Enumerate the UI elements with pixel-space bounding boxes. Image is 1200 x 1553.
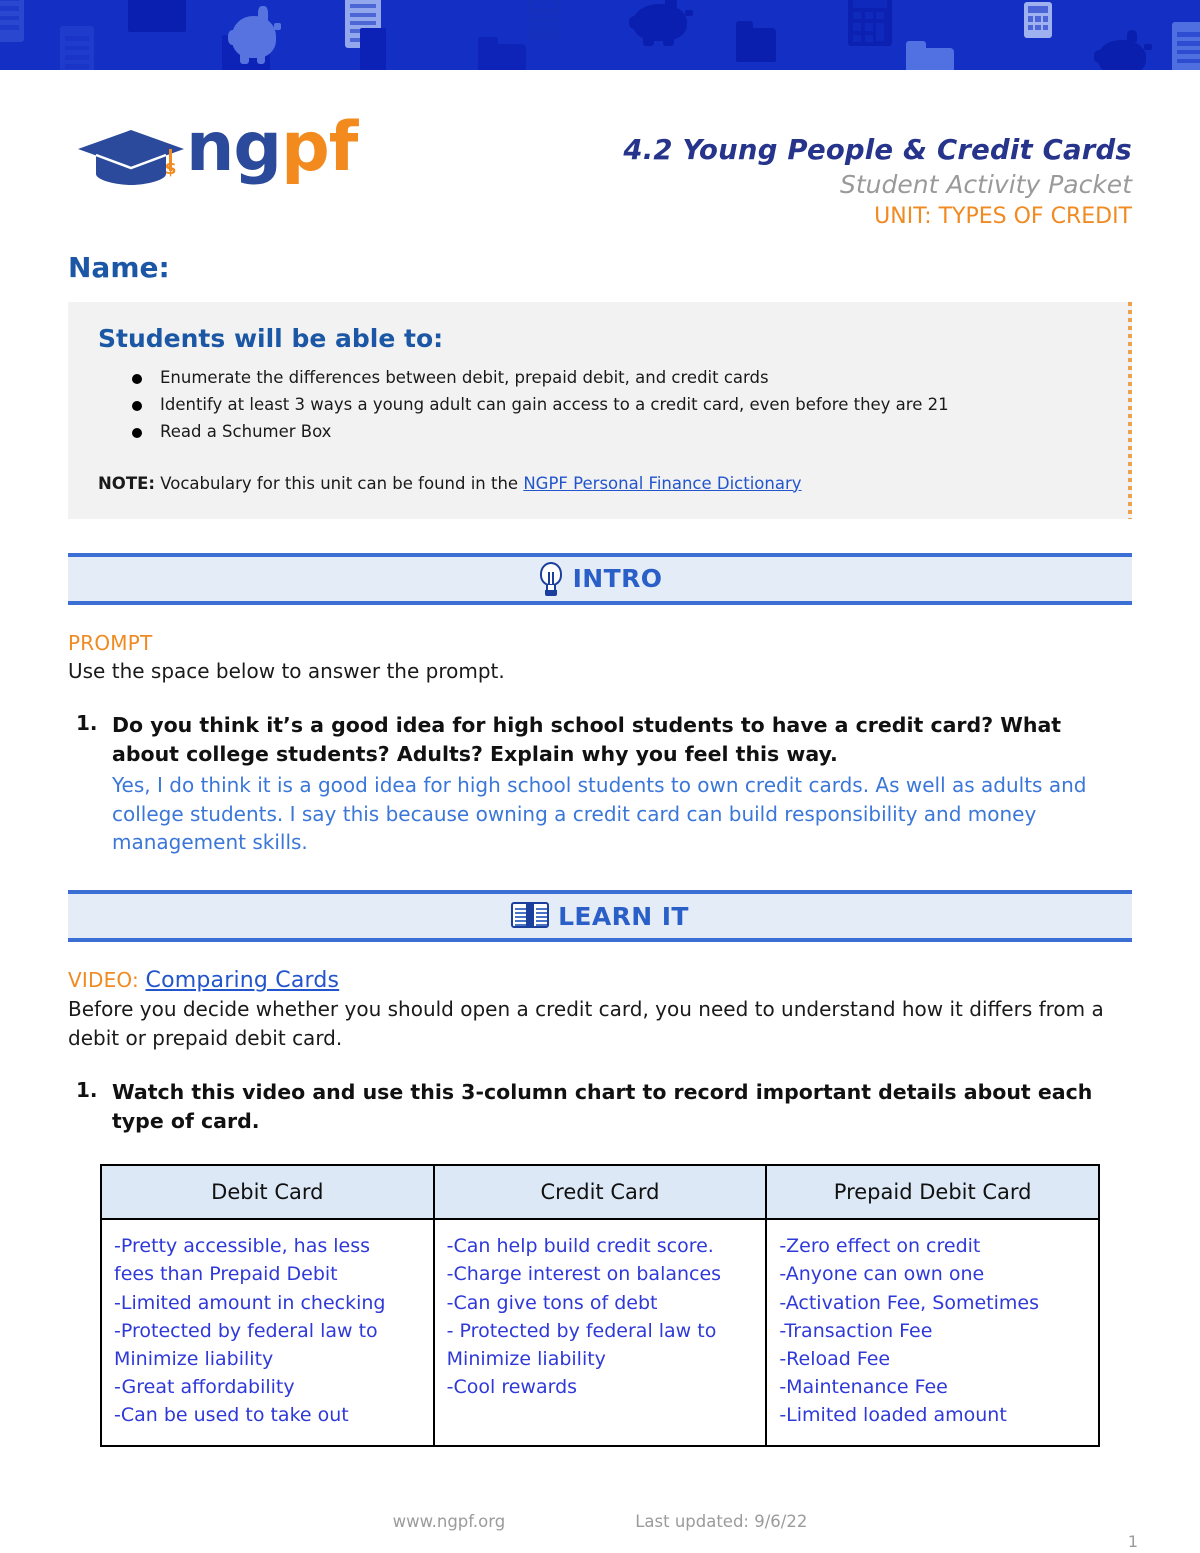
document-page: $ ngpf 4.2 Young People & Credit Cards S…	[0, 70, 1200, 1448]
list-item: Enumerate the differences between debit,…	[132, 365, 1102, 392]
document-icon	[0, 0, 24, 42]
cell-line: -Charge interest on balances	[446, 1263, 722, 1286]
logo-text-pf: pf	[281, 108, 358, 187]
cell-line: -Maintenance Fee	[779, 1375, 948, 1398]
piggy-bank-icon	[1094, 30, 1152, 70]
piggy-bank-icon	[228, 6, 282, 66]
cell-line: -Zero effect on credit	[779, 1235, 981, 1258]
cell-line: -Anyone can own one	[779, 1263, 985, 1286]
logo-wordmark: ngpf	[186, 114, 358, 182]
section-label-learn-it: LEARN IT	[558, 901, 689, 931]
ngpf-logo: $ ngpf	[68, 112, 358, 200]
objectives-heading: Students will be able to:	[98, 324, 444, 354]
card-comparison-table: Debit Card Credit Card Prepaid Debit Car…	[100, 1164, 1100, 1448]
question-number: 1.	[76, 1078, 98, 1103]
cell-debit-card[interactable]: -Pretty accessible, has less fees than P…	[100, 1218, 435, 1448]
page-subtitle: Student Activity Packet	[839, 169, 1132, 199]
dictionary-link[interactable]: NGPF Personal Finance Dictionary	[523, 474, 801, 493]
objectives-box: Students will be able to: Enumerate the …	[68, 302, 1132, 519]
objectives-note: NOTE: Vocabulary for this unit can be fo…	[98, 474, 1102, 493]
cell-line: -Reload Fee	[779, 1347, 891, 1370]
video-link[interactable]: Comparing Cards	[146, 968, 340, 993]
cell-line: -Great affordability	[114, 1375, 295, 1398]
cell-line: - Protected by federal law to	[446, 1319, 717, 1342]
cell-line: -Transaction Fee	[779, 1319, 933, 1342]
cell-line: -Cool rewards	[446, 1375, 578, 1398]
cell-prepaid-debit-card[interactable]: -Zero effect on credit -Anyone can own o…	[765, 1218, 1100, 1448]
prompt-kicker: PROMPT	[68, 630, 153, 655]
column-header-debit-card: Debit Card	[100, 1164, 435, 1221]
section-header-learn-it: LEARN IT	[68, 890, 1132, 943]
learn-question-list: 1. Watch this video and use this 3-colum…	[68, 1078, 1132, 1136]
page-number: 1	[1127, 1532, 1138, 1551]
open-book-icon	[511, 902, 550, 930]
calculator-icon	[848, 0, 892, 46]
section-label-intro: INTRO	[572, 564, 663, 594]
list-item: 1. Do you think it’s a good idea for hig…	[76, 711, 1132, 856]
document-header: $ ngpf 4.2 Young People & Credit Cards S…	[68, 70, 1132, 231]
logo-text-ng: ng	[186, 108, 282, 187]
lightbulb-icon	[538, 561, 564, 596]
decorative-banner	[0, 0, 1200, 70]
footer-last-updated: Last updated: 9/6/22	[635, 1512, 808, 1531]
table-row: -Pretty accessible, has less fees than P…	[100, 1218, 1100, 1448]
video-kicker-prefix: VIDEO:	[68, 968, 146, 993]
cell-line: fees than Prepaid Debit	[114, 1263, 338, 1286]
video-kicker: VIDEO: Comparing Cards	[68, 968, 1132, 993]
folder-icon	[736, 21, 776, 62]
cell-line: -Can give tons of debt	[446, 1291, 658, 1314]
cell-line: -Can help build credit score.	[446, 1235, 714, 1258]
table-header-row: Debit Card Credit Card Prepaid Debit Car…	[100, 1164, 1100, 1221]
cell-credit-card[interactable]: -Can help build credit score. -Charge in…	[432, 1218, 768, 1448]
document-icon	[60, 26, 94, 70]
question-text: Watch this video and use this 3-column c…	[112, 1080, 1093, 1134]
cell-line: -Limited amount in checking	[114, 1291, 386, 1314]
document-icon	[128, 0, 186, 32]
section-header-intro: INTRO	[68, 552, 1132, 605]
calculator-icon	[1024, 2, 1052, 38]
folder-icon	[478, 37, 526, 70]
student-answer[interactable]: Yes, I do think it is a good idea for hi…	[112, 771, 1132, 856]
svg-text:$: $	[165, 159, 177, 179]
question-text: Do you think it’s a good idea for high s…	[112, 712, 1062, 767]
note-label: NOTE:	[98, 473, 155, 493]
objectives-list: Enumerate the differences between debit,…	[98, 365, 1102, 445]
list-item: Read a Schumer Box	[132, 419, 1102, 446]
video-paragraph: Before you decide whether you should ope…	[68, 997, 1104, 1050]
cell-line: Minimize liability	[446, 1347, 606, 1370]
list-item: Identify at least 3 ways a young adult c…	[132, 392, 1102, 419]
column-header-prepaid-debit-card: Prepaid Debit Card	[765, 1164, 1100, 1221]
piggy-bank-icon	[628, 0, 694, 48]
cell-line: -Pretty accessible, has less	[114, 1235, 371, 1258]
name-field-label[interactable]: Name:	[68, 251, 1132, 284]
folder-icon	[906, 41, 954, 70]
title-block: 4.2 Young People & Credit Cards Student …	[623, 112, 1132, 231]
list-item: 1. Watch this video and use this 3-colum…	[76, 1078, 1132, 1136]
cell-line: -Limited loaded amount	[779, 1403, 1007, 1426]
intro-question-list: 1. Do you think it’s a good idea for hig…	[68, 711, 1132, 856]
question-number: 1.	[76, 710, 98, 735]
cell-line: -Activation Fee, Sometimes	[779, 1291, 1039, 1314]
unit-label: UNIT: TYPES OF CREDIT	[874, 203, 1132, 229]
page-title: 4.2 Young People & Credit Cards	[623, 134, 1132, 166]
column-header-credit-card: Credit Card	[432, 1164, 768, 1221]
document-icon	[1172, 22, 1200, 70]
document-icon	[360, 28, 386, 70]
prompt-instruction: Use the space below to answer the prompt…	[68, 658, 505, 683]
footer-website: www.ngpf.org	[392, 1512, 506, 1531]
graduation-cap-icon: $	[78, 130, 184, 185]
cell-line: Minimize liability	[114, 1347, 274, 1370]
cell-line: -Can be used to take out	[114, 1403, 349, 1426]
note-text: Vocabulary for this unit can be found in…	[154, 473, 524, 493]
page-footer: www.ngpf.org Last updated: 9/6/22 1	[0, 1512, 1200, 1551]
calculator-icon	[527, 0, 561, 40]
cell-line: -Protected by federal law to	[114, 1319, 378, 1342]
